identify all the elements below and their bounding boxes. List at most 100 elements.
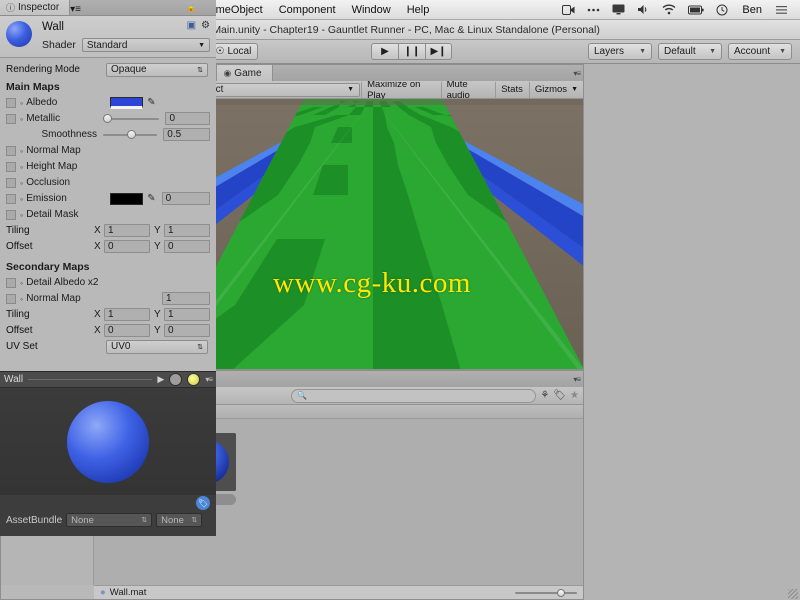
secondary-normal-map-row: ◦ Normal Map 1 <box>0 291 216 306</box>
resize-grip[interactable] <box>788 589 798 599</box>
pause-button[interactable]: ❙❙ <box>398 43 425 60</box>
play-icon[interactable]: ▶ <box>157 374 164 385</box>
albedo-texture-slot[interactable] <box>6 97 16 108</box>
preset-icon[interactable]: ▣ <box>187 20 196 31</box>
gizmos-button[interactable]: Gizmos ▼ <box>528 81 583 98</box>
height-map-texture-slot[interactable] <box>6 161 16 172</box>
game-render-canvas[interactable]: www.cg-ku.com <box>161 99 583 369</box>
clock-icon[interactable] <box>716 4 728 16</box>
slider-knob[interactable] <box>102 113 112 123</box>
project-options-icon[interactable]: ▾≡ <box>573 375 581 384</box>
lock-icon[interactable]: 🔒 <box>186 3 196 12</box>
eyedropper-icon[interactable]: ✎ <box>147 193 155 204</box>
detail-mask-texture-slot[interactable] <box>6 209 16 220</box>
albedo-color-swatch[interactable] <box>110 96 144 109</box>
stats-button[interactable]: Stats <box>495 81 528 98</box>
menu-window[interactable]: Window <box>344 4 399 16</box>
tag-icon[interactable]: 🏷 <box>196 496 210 510</box>
screen-record-icon[interactable] <box>562 4 575 15</box>
filter-by-label-icon[interactable]: 🏷 <box>553 390 566 401</box>
uv-set-dropdown[interactable]: UV0 ⇅ <box>106 339 208 354</box>
ellipsis-icon[interactable] <box>587 5 600 15</box>
secondary-normal-value[interactable]: 1 <box>162 292 210 305</box>
albedo-toggle-icon[interactable]: ◦ <box>20 98 23 108</box>
albedo-row: ◦ Albedo ✎ <box>0 95 216 110</box>
detail-albedo-texture-slot[interactable] <box>6 277 16 288</box>
offset-y-field[interactable]: 0 <box>164 240 210 253</box>
normal-map-toggle-icon[interactable]: ◦ <box>20 146 23 156</box>
occlusion-toggle-icon[interactable]: ◦ <box>20 178 23 188</box>
occlusion-texture-slot[interactable] <box>6 177 16 188</box>
emission-texture-slot[interactable] <box>6 193 16 204</box>
wifi-icon[interactable] <box>662 4 676 15</box>
sec-offset-y-field[interactable]: 0 <box>164 324 210 337</box>
secondary-normal-texture-slot[interactable] <box>6 293 16 304</box>
shader-dropdown[interactable]: Standard ▼ <box>81 38 210 52</box>
material-icon: ● <box>100 587 106 598</box>
uv-set-row: UV Set UV0 ⇅ <box>0 339 216 354</box>
chevron-down-icon: ▼ <box>639 48 646 55</box>
rendering-mode-dropdown[interactable]: Opaque ⇅ <box>106 62 208 77</box>
thumbnail-size-slider[interactable] <box>515 588 577 598</box>
sec-tiling-y-field[interactable]: 1 <box>164 308 210 321</box>
emission-toggle-icon[interactable]: ◦ <box>20 194 23 204</box>
battery-icon[interactable] <box>688 5 705 15</box>
play-button[interactable]: ▶ <box>371 43 398 60</box>
metallic-texture-slot[interactable] <box>6 113 16 124</box>
detail-albedo-toggle-icon[interactable]: ◦ <box>20 278 23 288</box>
sec-tiling-x-field[interactable]: 1 <box>104 308 150 321</box>
tab-game[interactable]: ◉ Game <box>217 65 273 81</box>
metallic-toggle-icon[interactable]: ◦ <box>20 114 23 124</box>
smoothness-slider[interactable] <box>103 129 158 141</box>
display-icon[interactable] <box>612 4 625 15</box>
detail-albedo-label: Detail Albedo x2 <box>26 277 99 288</box>
gameview-options-icon[interactable]: ▾≡ <box>573 69 581 78</box>
secondary-normal-toggle-icon[interactable]: ◦ <box>20 294 23 304</box>
favorite-star-icon[interactable]: ★ <box>570 390 579 401</box>
step-button[interactable]: ▶❙ <box>425 43 452 60</box>
smoothness-value[interactable]: 0.5 <box>163 128 210 141</box>
preview-options-icon[interactable]: ▾≡ <box>205 375 213 384</box>
filter-by-type-icon[interactable]: ⚘ <box>540 390 549 401</box>
layout-dropdown[interactable]: Default ▼ <box>658 43 722 60</box>
emission-value[interactable]: 0 <box>161 192 210 205</box>
notification-center-icon[interactable] <box>776 5 788 15</box>
menu-component[interactable]: Component <box>271 4 344 16</box>
gear-icon[interactable]: ⚙ <box>201 20 210 31</box>
inspector-options-icon[interactable]: ▾≡ <box>70 4 81 15</box>
tab-inspector[interactable]: ⓘ Inspector <box>0 0 71 15</box>
assetbundle-dropdown[interactable]: None ⇅ <box>66 513 153 527</box>
eyedropper-icon[interactable]: ✎ <box>147 97 155 108</box>
sec-offset-x-group: X 0 <box>94 324 150 337</box>
preview-stage[interactable] <box>0 388 216 495</box>
project-search-input[interactable]: 🔍 <box>291 388 537 403</box>
tiling-y-field[interactable]: 1 <box>164 224 210 237</box>
project-status-bar: ● Wall.mat <box>94 585 583 599</box>
normal-map-texture-slot[interactable] <box>6 145 16 156</box>
assetbundle-variant-dropdown[interactable]: None ⇅ <box>156 513 203 527</box>
layers-dropdown[interactable]: Layers ▼ <box>588 43 652 60</box>
menu-help[interactable]: Help <box>399 4 438 16</box>
sec-offset-x-field[interactable]: 0 <box>104 324 150 337</box>
secondary-normal-label: Normal Map <box>26 293 81 304</box>
menu-user-name[interactable]: Ben <box>734 4 770 16</box>
detail-mask-toggle-icon[interactable]: ◦ <box>20 210 23 220</box>
metallic-value[interactable]: 0 <box>165 112 210 125</box>
slider-knob[interactable] <box>557 588 565 597</box>
tiling-y-group: Y 1 <box>154 224 210 237</box>
chevron-down-icon: ▼ <box>571 86 578 93</box>
height-map-toggle-icon[interactable]: ◦ <box>20 162 23 172</box>
assetbundle-row: AssetBundle None ⇅ None ⇅ <box>0 512 216 528</box>
sphere-preview-icon[interactable] <box>169 373 183 386</box>
slider-knob[interactable] <box>127 129 137 139</box>
offset-x-field[interactable]: 0 <box>104 240 150 253</box>
inspector-tabstrip: ⓘ Inspector 🔒 ▾≡ <box>0 0 216 16</box>
mute-audio-button[interactable]: Mute audio <box>440 79 495 101</box>
tiling-x-field[interactable]: 1 <box>104 224 150 237</box>
lighting-toggle-icon[interactable] <box>187 373 201 386</box>
maximize-on-play-button[interactable]: Maximize on Play <box>361 79 440 101</box>
metallic-slider[interactable] <box>102 113 160 125</box>
emission-color-swatch[interactable] <box>110 192 144 205</box>
volume-icon[interactable] <box>637 4 650 15</box>
account-dropdown[interactable]: Account ▼ <box>728 43 792 60</box>
